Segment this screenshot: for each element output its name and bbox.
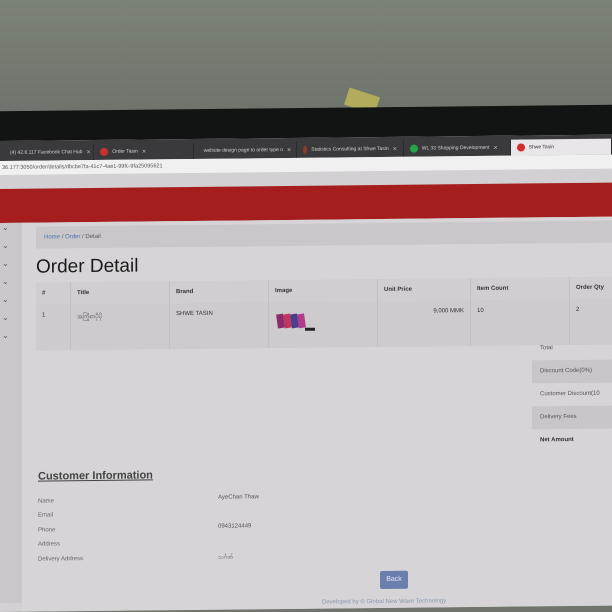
summary-discount-code: Discount Code(0%) <box>532 359 612 384</box>
col-header-item-count: Item Count <box>470 277 570 301</box>
chevron-down-icon[interactable]: ⌄ <box>2 331 9 340</box>
monitor-screen: (4) 42.6.117 Facebook Chat Hub × Order T… <box>0 134 612 612</box>
tab-close-icon[interactable]: × <box>287 146 291 153</box>
col-header-unit-price: Unit Price <box>377 278 471 302</box>
label-address: Address <box>38 541 61 548</box>
breadcrumb: Home / Order / Detail <box>36 220 612 249</box>
chevron-down-icon[interactable]: ⌄ <box>2 295 9 304</box>
tab-title: WL 33 Shopping Development <box>421 144 490 152</box>
browser-tab[interactable]: website design page to order type n × <box>193 141 297 159</box>
label-email: Email <box>38 512 54 519</box>
summary-net-amount: Net Amount <box>540 436 574 444</box>
browser-tab[interactable]: Statistics Consulting at Shwe Tasin × <box>296 140 404 158</box>
back-button[interactable]: Back <box>380 570 408 590</box>
browser-tab[interactable]: Order Tasin × <box>94 142 194 161</box>
tab-title: Order Tasin <box>112 148 138 155</box>
cell-brand: SHWE TASIN <box>169 302 269 350</box>
order-summary: Total Discount Code(0%) Customer Discoun… <box>532 336 612 452</box>
order-table: # Title Brand Image Unit Price Item Coun… <box>36 276 612 351</box>
tab-favicon-icon <box>302 145 308 154</box>
browser-tab[interactable]: (4) 42.6.117 Facebook Chat Hub × <box>0 144 95 161</box>
label-name: Name <box>38 498 55 505</box>
cell-image <box>268 301 378 349</box>
summary-delivery-fees: Delivery Fees <box>532 405 612 430</box>
tab-close-icon[interactable]: × <box>86 149 90 156</box>
product-thumbnail-image <box>275 310 315 336</box>
value-phone: 0943124449 <box>218 523 252 530</box>
label-phone: Phone <box>38 527 56 534</box>
customer-info-heading: Customer Information <box>38 469 153 483</box>
summary-customer-discount: Customer Discount(10 <box>540 390 600 398</box>
browser-tab-active[interactable]: Shwe Tasin <box>510 138 612 156</box>
table-row: 1 အကြိုစာပိုပို SHWE TASIN 9,000 MMK 10 … <box>36 298 612 351</box>
cell-number: 1 <box>36 304 71 351</box>
tab-close-icon[interactable]: × <box>142 148 146 155</box>
tab-title: website design page to order type n <box>203 147 283 154</box>
col-header-brand: Brand <box>169 280 269 304</box>
tab-close-icon[interactable]: × <box>393 145 397 152</box>
cell-unit-price: 9,000 MMK <box>377 300 471 348</box>
col-header-number: # <box>36 282 71 305</box>
label-delivery-address: Delivery Address <box>38 556 84 563</box>
tab-title: Shwe Tasin <box>528 144 555 151</box>
breadcrumb-current: Detail <box>85 233 101 241</box>
tab-favicon-icon <box>409 144 418 153</box>
tab-title: (4) 42.6.117 Facebook Chat Hub <box>10 149 83 156</box>
browser-tab[interactable]: WL 33 Shopping Development × <box>403 139 511 157</box>
value-delivery-address: သင်္ဂဏ် <box>218 554 234 561</box>
summary-total: Total <box>540 345 553 352</box>
cell-title: အကြိုစာပိုပို <box>70 303 170 351</box>
col-header-image: Image <box>268 279 378 303</box>
page-title: Order Detail <box>36 255 139 278</box>
breadcrumb-home-link[interactable]: Home <box>44 234 60 240</box>
chevron-down-icon[interactable]: ⌄ <box>2 259 9 268</box>
breadcrumb-separator: / <box>82 234 84 241</box>
sidebar-rail: ⌄ ⌄ ⌄ ⌄ ⌄ ⌄ ⌄ <box>0 222 22 604</box>
tab-title: Statistics Consulting at Shwe Tasin <box>311 145 389 153</box>
col-header-title: Title <box>70 281 170 305</box>
value-name: AyeChan Thaw <box>218 494 259 501</box>
col-header-order-qty: Order Qty <box>569 276 612 300</box>
tab-favicon-icon <box>100 147 109 156</box>
footer-credit: Developed by © Global New Wave Technolog… <box>322 598 447 606</box>
breadcrumb-order-link[interactable]: Order <box>65 234 80 240</box>
chevron-down-icon[interactable]: ⌄ <box>2 277 9 286</box>
chevron-down-icon[interactable]: ⌄ <box>2 223 9 232</box>
tab-close-icon[interactable]: × <box>493 144 497 151</box>
chevron-down-icon[interactable]: ⌄ <box>2 241 9 250</box>
wall-background <box>0 0 612 120</box>
tab-favicon-icon <box>516 143 525 152</box>
main-content: Home / Order / Detail Order Detail # Tit… <box>22 216 612 612</box>
chevron-down-icon[interactable]: ⌄ <box>2 313 9 322</box>
breadcrumb-separator: / <box>61 234 64 241</box>
